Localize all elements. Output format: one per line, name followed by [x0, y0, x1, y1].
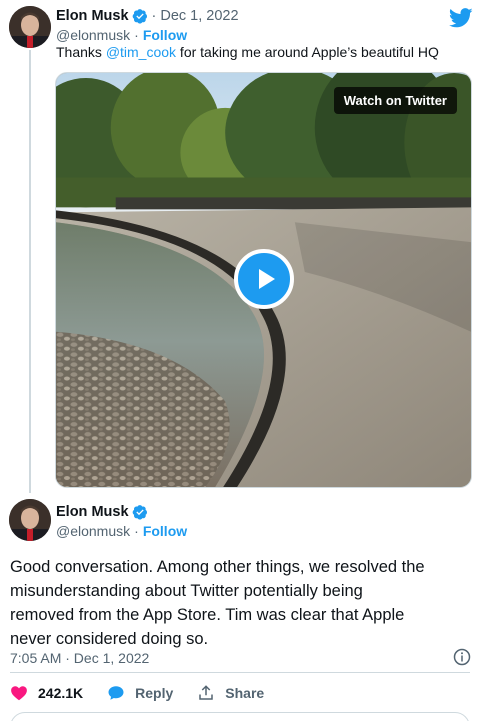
avatar[interactable] [9, 499, 51, 541]
avatar[interactable] [9, 6, 51, 48]
read-replies-button[interactable] [10, 712, 470, 721]
mention-link[interactable]: @tim_cook [106, 44, 176, 60]
reply-author-row: Elon Musk · Dec 1, 2022 [56, 8, 239, 24]
like-button[interactable]: 242.1K [10, 684, 83, 702]
reply-button[interactable]: Reply [107, 684, 173, 702]
author-name[interactable]: Elon Musk [56, 8, 129, 24]
reply-label: Reply [135, 685, 174, 701]
tweet-date[interactable]: Dec 1, 2022 [160, 8, 238, 24]
text-suffix: for taking me around Apple’s beautiful H… [176, 44, 439, 60]
info-icon[interactable] [453, 648, 471, 666]
author-handle[interactable]: @elonmusk [56, 523, 130, 539]
author-handle[interactable]: @elonmusk [56, 27, 130, 43]
text-line: never considered doing so. [10, 630, 209, 648]
verified-badge-icon [132, 9, 147, 24]
share-icon [199, 685, 214, 700]
reply-bubble-icon [108, 686, 124, 700]
divider [10, 672, 470, 673]
watch-on-twitter-button[interactable]: Watch on Twitter [333, 87, 457, 114]
share-button[interactable]: Share [197, 684, 264, 702]
twitter-bird-icon[interactable] [449, 8, 473, 28]
text-line: removed from the App Store. Tim was clea… [10, 606, 405, 624]
share-label: Share [225, 685, 265, 701]
verified-badge-icon [132, 505, 147, 520]
main-tweet-text: Good conversation. Among other things, w… [10, 555, 474, 651]
video-player[interactable]: Watch on Twitter [55, 72, 472, 488]
separator: · [134, 523, 139, 539]
like-count: 242.1K [38, 685, 84, 701]
separator: · [151, 8, 157, 24]
follow-button[interactable]: Follow [143, 27, 187, 43]
heart-icon [11, 686, 27, 701]
reply-tweet-text: Thanks @tim_cook for taking me around Ap… [56, 44, 439, 60]
author-name[interactable]: Elon Musk [56, 504, 129, 520]
text-line: misunderstanding about Twitter potential… [10, 582, 363, 600]
action-bar: 242.1K Reply Share [10, 680, 288, 706]
play-icon [259, 269, 275, 289]
tweet-timestamp[interactable]: 7:05 AM · Dec 1, 2022 [10, 650, 149, 666]
separator: · [134, 27, 139, 43]
reply-handle-row: @elonmusk · Follow [56, 27, 187, 43]
text-line: Good conversation. Among other things, w… [10, 558, 425, 576]
follow-button[interactable]: Follow [143, 523, 187, 539]
text-prefix: Thanks [56, 44, 106, 60]
play-button[interactable] [234, 249, 294, 309]
main-author-row: Elon Musk [56, 504, 148, 520]
main-handle-row: @elonmusk · Follow [56, 523, 187, 539]
thread-line [29, 50, 31, 493]
